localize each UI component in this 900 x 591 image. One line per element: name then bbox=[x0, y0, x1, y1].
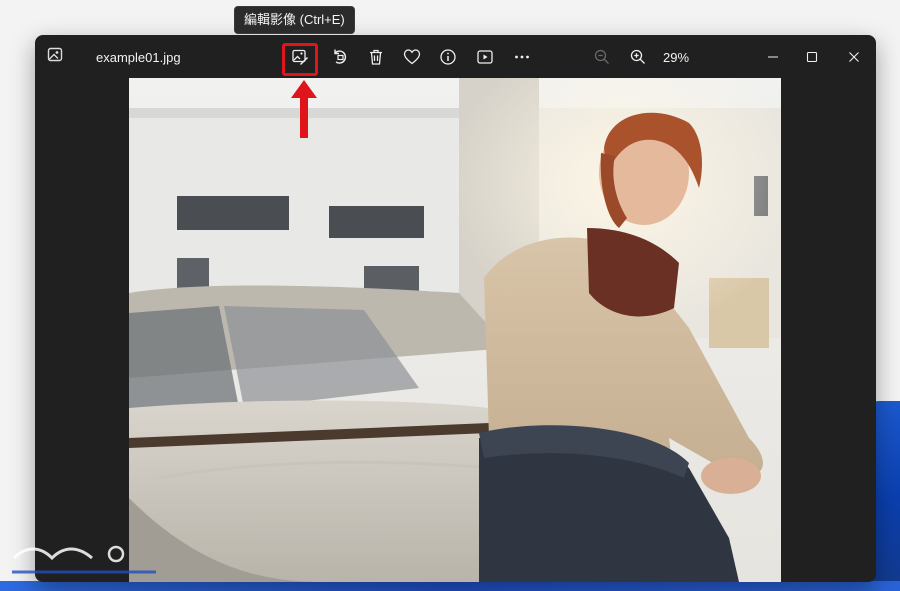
favorite-icon bbox=[403, 49, 421, 65]
zoom-out-button[interactable] bbox=[590, 45, 614, 69]
photo-canvas bbox=[129, 78, 781, 582]
more-options-button[interactable] bbox=[510, 45, 534, 69]
rotate-button[interactable] bbox=[328, 45, 352, 69]
maximize-icon bbox=[806, 51, 818, 63]
zoom-level[interactable]: 29% bbox=[663, 50, 689, 65]
site-watermark-logo bbox=[12, 545, 156, 574]
close-icon bbox=[849, 52, 859, 62]
edit-image-tooltip: 編輯影像 (Ctrl+E) bbox=[234, 6, 355, 34]
zoom-in-button[interactable] bbox=[626, 45, 650, 69]
edit-button-highlight-box bbox=[282, 43, 318, 76]
info-button[interactable] bbox=[436, 45, 460, 69]
photos-app-window: example01.jpg 29% bbox=[35, 35, 876, 582]
close-button[interactable] bbox=[842, 45, 866, 69]
info-icon bbox=[440, 49, 456, 65]
minimize-button[interactable] bbox=[761, 45, 785, 69]
zoom-out-icon bbox=[594, 49, 609, 64]
more-icon bbox=[515, 55, 529, 59]
photos-app-icon bbox=[47, 47, 65, 63]
delete-icon bbox=[370, 49, 382, 65]
file-name: example01.jpg bbox=[96, 50, 181, 65]
slideshow-button[interactable] bbox=[473, 45, 497, 69]
favorite-button[interactable] bbox=[400, 45, 424, 69]
photo-image bbox=[129, 78, 781, 582]
red-arrow-annotation bbox=[291, 80, 317, 138]
zoom-in-icon bbox=[630, 49, 645, 64]
title-bar: example01.jpg 29% bbox=[35, 35, 876, 79]
delete-button[interactable] bbox=[364, 45, 388, 69]
rotate-icon bbox=[334, 49, 347, 64]
slideshow-icon bbox=[477, 50, 493, 64]
minimize-icon bbox=[768, 56, 778, 58]
maximize-button[interactable] bbox=[800, 45, 824, 69]
